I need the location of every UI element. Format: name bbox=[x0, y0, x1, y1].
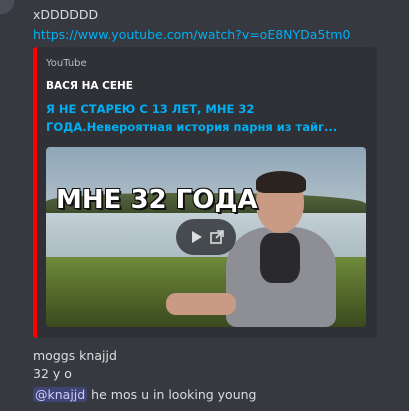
person-hair bbox=[256, 171, 306, 193]
message-text-with-mention: @knajjd he mos u in looking young bbox=[33, 387, 256, 403]
message-text: he mos u in looking young bbox=[87, 387, 257, 402]
embed-title[interactable]: Я НЕ СТАРЕЮ С 13 ЛЕТ, МНЕ 32 ГОДА.Неверо… bbox=[46, 100, 372, 136]
embed-author[interactable]: ВАСЯ НА СЕНЕ bbox=[46, 80, 133, 92]
link-embed: YouTube ВАСЯ НА СЕНЕ Я НЕ СТАРЕЮ С 13 ЛЕ… bbox=[33, 47, 377, 338]
message-text: xDDDDDD bbox=[33, 7, 99, 22]
thumbnail-caption: МНЕ 32 ГОДА bbox=[56, 185, 258, 215]
video-controls[interactable] bbox=[176, 219, 236, 255]
message-author[interactable]: moggs knajjd bbox=[33, 348, 117, 364]
person-shirt bbox=[260, 233, 300, 283]
embed-provider[interactable]: YouTube bbox=[46, 58, 87, 69]
message-text: 32 y o bbox=[33, 366, 72, 381]
external-link-icon[interactable] bbox=[209, 229, 225, 245]
avatar[interactable] bbox=[0, 0, 14, 14]
person-hands bbox=[166, 293, 236, 315]
user-mention[interactable]: @knajjd bbox=[33, 387, 88, 402]
play-icon[interactable] bbox=[189, 230, 203, 244]
video-thumbnail[interactable]: МНЕ 32 ГОДА bbox=[46, 147, 366, 327]
youtube-link[interactable]: https://www.youtube.com/watch?v=oE8NYDa5… bbox=[33, 27, 350, 43]
